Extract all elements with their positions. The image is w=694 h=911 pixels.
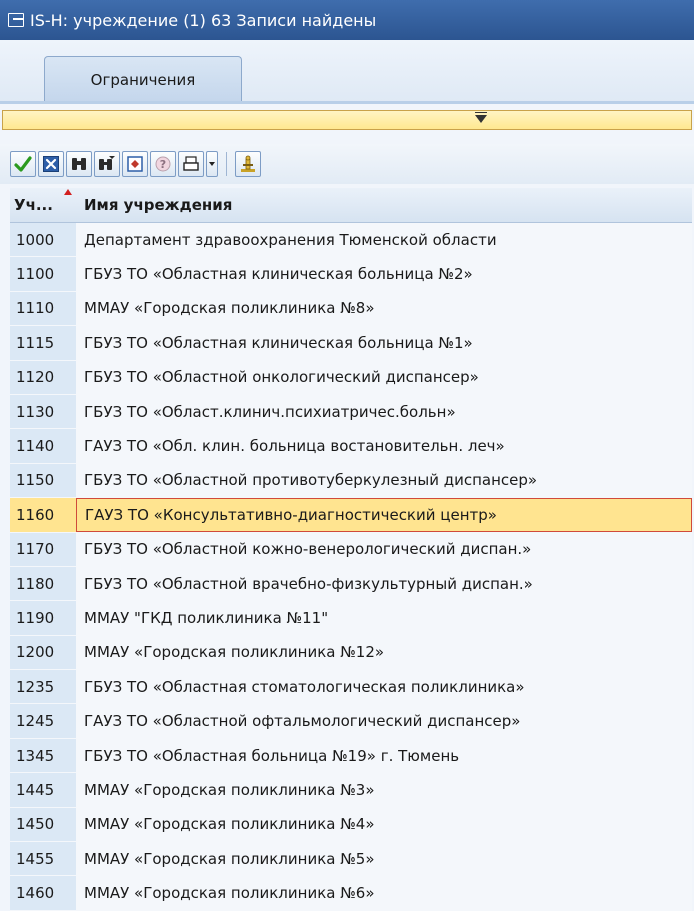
table-row[interactable]: 1150 ГБУЗ ТО «Областной противотуберкулез… bbox=[10, 463, 692, 499]
toolbar-separator bbox=[226, 152, 227, 176]
table-row[interactable]: 1445 ММАУ «Городская поликлиника №3» bbox=[10, 773, 692, 808]
table-row[interactable]: 1100 ГБУЗ ТО «Областная клиническая больн… bbox=[10, 257, 692, 292]
column-header-name[interactable]: Имя учреждения bbox=[80, 196, 232, 214]
find-button[interactable] bbox=[66, 151, 92, 177]
expand-triangle-icon[interactable] bbox=[475, 112, 487, 123]
cell-name[interactable]: ММАУ «Городская поликлиника №3» bbox=[76, 781, 375, 799]
window-icon bbox=[8, 13, 24, 27]
cell-name[interactable]: ММАУ «Городская поликлиника №6» bbox=[76, 884, 375, 902]
cell-name[interactable]: ГБУЗ ТО «Областная больница №19» г. Тюме… bbox=[76, 747, 459, 765]
print-icon bbox=[183, 156, 199, 171]
personalize-button[interactable] bbox=[235, 151, 261, 177]
cell-name[interactable]: ММАУ «Городская поликлиника №8» bbox=[76, 299, 375, 317]
table-header: Уч... Имя учреждения bbox=[10, 188, 692, 223]
table-row[interactable]: 1140 ГАУЗ ТО «Обл. клин. больница востано… bbox=[10, 429, 692, 464]
table-row[interactable]: 1160 ГАУЗ ТО «Консультативно-диагностичес… bbox=[10, 498, 692, 533]
window-title: IS-H: учреждение (1) 63 Записи найдены bbox=[30, 10, 377, 30]
cell-code[interactable]: 1245 bbox=[10, 704, 76, 738]
print-dropdown-button[interactable] bbox=[206, 151, 218, 177]
cell-code[interactable]: 1000 bbox=[10, 223, 76, 257]
cell-code[interactable]: 1130 bbox=[10, 394, 76, 429]
cell-name[interactable]: ГБУЗ ТО «Областной врачебно-физкультурны… bbox=[76, 575, 533, 593]
svg-text:?: ? bbox=[160, 158, 166, 171]
personalize-icon bbox=[241, 155, 255, 172]
print-button[interactable] bbox=[178, 151, 204, 177]
cell-code[interactable]: 1100 bbox=[10, 257, 76, 291]
column-header-name-label: Имя учреждения bbox=[84, 196, 233, 214]
table-row[interactable]: 1245 ГАУЗ ТО «Областной офтальмологически… bbox=[10, 704, 692, 739]
cell-name[interactable]: ММАУ «Городская поликлиника №5» bbox=[76, 850, 375, 868]
find-next-button[interactable] bbox=[94, 151, 120, 177]
cell-name[interactable]: ГБУЗ ТО «Областной кожно-венерологически… bbox=[76, 540, 531, 558]
tab-restrictions[interactable]: Ограничения bbox=[44, 56, 242, 102]
multiple-selection-button[interactable] bbox=[122, 151, 148, 177]
cell-code[interactable]: 1455 bbox=[10, 842, 76, 876]
print-dropdown-icon bbox=[209, 162, 215, 166]
cell-code[interactable]: 1450 bbox=[10, 807, 76, 842]
table-row[interactable]: 1115 ГБУЗ ТО «Областная клиническая больн… bbox=[10, 326, 692, 361]
cell-name[interactable]: ММАУ "ГКД поликлиника №11" bbox=[76, 609, 328, 627]
cell-code[interactable]: 1445 bbox=[10, 773, 76, 807]
cell-code[interactable]: 1115 bbox=[10, 326, 76, 360]
cell-name[interactable]: ГАУЗ ТО «Обл. клин. больница востановите… bbox=[76, 437, 505, 455]
check-icon bbox=[14, 156, 32, 172]
restrictions-toggle-bar[interactable] bbox=[2, 110, 692, 130]
table-row[interactable]: 1130 ГБУЗ ТО «Област.клинич.психиатричес.… bbox=[10, 394, 692, 430]
cell-code[interactable]: 1460 bbox=[10, 876, 76, 910]
cell-name[interactable]: ММАУ «Городская поликлиника №12» bbox=[76, 643, 384, 661]
application-toolbar: ? bbox=[0, 144, 694, 184]
column-header-code[interactable]: Уч... bbox=[10, 189, 80, 214]
table-row[interactable]: 1190 ММАУ "ГКД поликлиника №11" bbox=[10, 601, 692, 636]
cancel-icon bbox=[43, 156, 59, 172]
cell-name[interactable]: ГБУЗ ТО «Областная клиническая больница … bbox=[76, 334, 473, 352]
cell-name[interactable]: ГБУЗ ТО «Областная стоматологическая пол… bbox=[76, 678, 525, 696]
table-row[interactable]: 1200 ММАУ «Городская поликлиника №12» bbox=[10, 635, 692, 671]
cell-code[interactable]: 1110 bbox=[10, 291, 76, 326]
window-titlebar: IS-H: учреждение (1) 63 Записи найдены bbox=[0, 0, 694, 40]
table-row[interactable]: 1120 ГБУЗ ТО «Областной онкологический ди… bbox=[10, 360, 692, 395]
table-body: 1000 Департамент здравоохранения Тюменско… bbox=[10, 223, 692, 911]
find-icon bbox=[72, 158, 86, 170]
cell-code[interactable]: 1120 bbox=[10, 360, 76, 394]
column-header-code-label: Уч... bbox=[14, 196, 53, 214]
sort-ascending-icon bbox=[64, 189, 72, 195]
cell-name[interactable]: Департамент здравоохранения Тюменской об… bbox=[76, 231, 497, 249]
cell-name[interactable]: ГБУЗ ТО «Областной онкологический диспан… bbox=[76, 368, 479, 386]
table-row[interactable]: 1235 ГБУЗ ТО «Областная стоматологическая… bbox=[10, 670, 692, 705]
table-row[interactable]: 1110 ММАУ «Городская поликлиника №8» bbox=[10, 291, 692, 327]
tab-divider bbox=[0, 101, 694, 104]
cell-code[interactable]: 1200 bbox=[10, 635, 76, 670]
help-icon: ? bbox=[155, 156, 171, 172]
cell-code[interactable]: 1180 bbox=[10, 566, 76, 601]
cell-code[interactable]: 1345 bbox=[10, 738, 76, 773]
results-table: Уч... Имя учреждения 1000 Департамент здр… bbox=[10, 188, 692, 911]
check-button[interactable] bbox=[10, 151, 36, 177]
cell-name[interactable]: ГАУЗ ТО «Областной офтальмологический ди… bbox=[76, 712, 520, 730]
table-row[interactable]: 1000 Департамент здравоохранения Тюменско… bbox=[10, 223, 692, 258]
cell-name[interactable]: ГБУЗ ТО «Областная клиническая больница … bbox=[76, 265, 473, 283]
table-row[interactable]: 1180 ГБУЗ ТО «Областной врачебно-физкульт… bbox=[10, 566, 692, 602]
multiple-selection-icon bbox=[127, 156, 143, 172]
table-row[interactable]: 1170 ГБУЗ ТО «Областной кожно-венерологич… bbox=[10, 532, 692, 567]
find-next-icon bbox=[99, 156, 115, 170]
table-row[interactable]: 1455 ММАУ «Городская поликлиника №5» bbox=[10, 842, 692, 877]
cell-code[interactable]: 1170 bbox=[10, 532, 76, 566]
cell-name[interactable]: ГБУЗ ТО «Област.клинич.психиатричес.боль… bbox=[76, 403, 456, 421]
table-row[interactable]: 1460 ММАУ «Городская поликлиника №6» bbox=[10, 876, 692, 911]
cell-name[interactable]: ММАУ «Городская поликлиника №4» bbox=[76, 815, 375, 833]
cell-code[interactable]: 1150 bbox=[10, 463, 76, 498]
tab-restrictions-label: Ограничения bbox=[90, 70, 196, 89]
table-row[interactable]: 1450 ММАУ «Городская поликлиника №4» bbox=[10, 807, 692, 843]
cell-code[interactable]: 1140 bbox=[10, 429, 76, 463]
cell-code[interactable]: 1190 bbox=[10, 601, 76, 635]
table-row[interactable]: 1345 ГБУЗ ТО «Областная больница №19» г. … bbox=[10, 738, 692, 774]
cell-code[interactable]: 1160 bbox=[10, 498, 76, 532]
cell-name[interactable]: ГАУЗ ТО «Консультативно-диагностический … bbox=[76, 498, 692, 532]
help-button[interactable]: ? bbox=[150, 151, 176, 177]
cell-code[interactable]: 1235 bbox=[10, 670, 76, 704]
cancel-button[interactable] bbox=[38, 151, 64, 177]
tab-strip: Ограничения bbox=[0, 40, 694, 102]
cell-name[interactable]: ГБУЗ ТО «Областной противотуберкулезный … bbox=[76, 471, 537, 489]
